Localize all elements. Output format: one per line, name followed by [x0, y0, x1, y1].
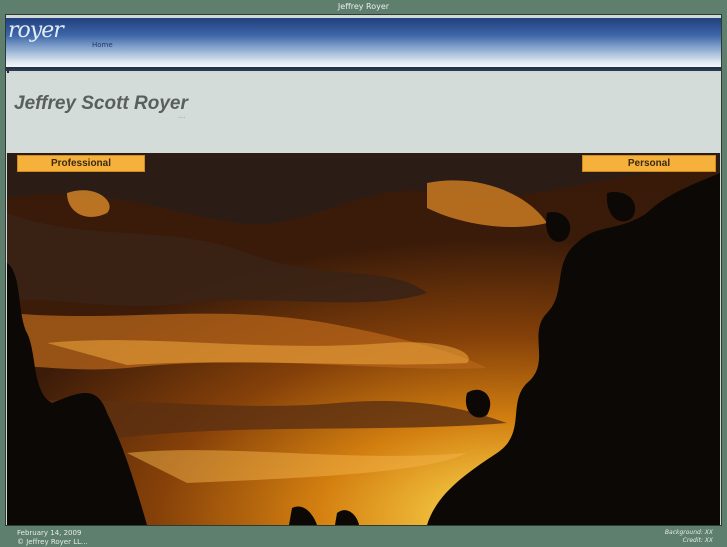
- site-logo[interactable]: royer: [8, 18, 64, 43]
- window-title: Jeffrey Royer: [0, 0, 727, 14]
- tab-professional[interactable]: Professional: [17, 155, 145, 172]
- sunset-image: [7, 153, 720, 525]
- sunset-photo: Professional Personal: [7, 153, 720, 525]
- header-divider: [6, 69, 721, 71]
- title-dots: ....: [178, 113, 186, 120]
- footer-date: February 14, 2009: [17, 529, 82, 537]
- footer-copyright: © Jeffrey Royer LL...: [17, 538, 88, 546]
- tab-personal[interactable]: Personal: [582, 155, 716, 172]
- nav-home-link[interactable]: Home: [92, 41, 113, 49]
- site-header: royer Home: [6, 18, 721, 69]
- footer-credits: Background: XX Credit: XX: [665, 529, 713, 545]
- page-title: Jeffrey Scott Royer: [14, 93, 188, 114]
- footer-credit: Credit: XX: [682, 537, 713, 544]
- footer-info: February 14, 2009 © Jeffrey Royer LL...: [17, 529, 88, 547]
- page-frame: royer Home Jeffrey Scott Royer .... Prof…: [5, 14, 722, 526]
- footer-background-credit: Background: XX: [664, 529, 713, 536]
- title-banner: Jeffrey Scott Royer ....: [6, 73, 721, 153]
